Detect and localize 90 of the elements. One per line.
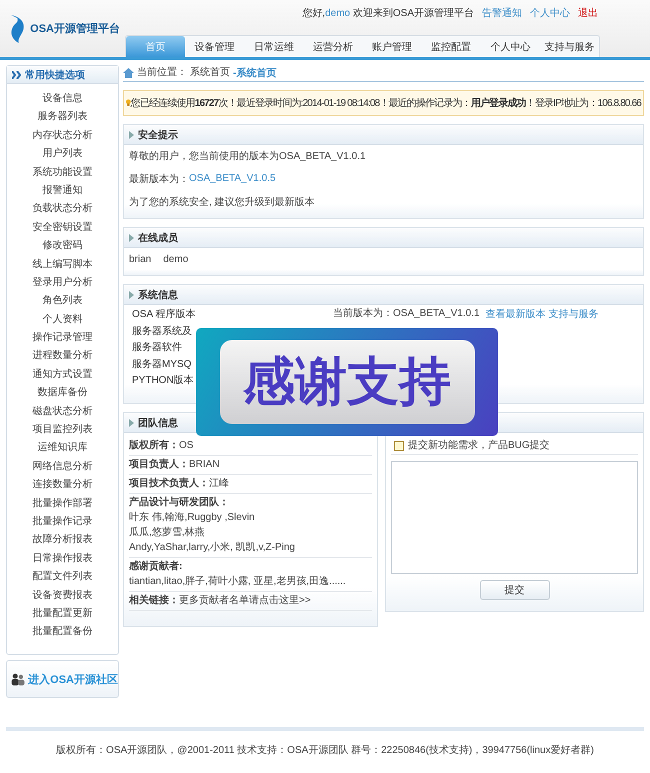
submit-button[interactable]: 提交 [480, 580, 550, 600]
sidebar-item[interactable]: 批量配置备份 [7, 623, 118, 642]
arrow-icon [129, 130, 134, 138]
logout-link[interactable]: 退出 [578, 6, 598, 21]
nav-tab[interactable]: 运营分析 [303, 36, 362, 57]
sidebar-item[interactable]: 项目监控列表 [7, 421, 118, 440]
latest-version-link[interactable]: OSA_BETA_V1.0.5 [189, 173, 276, 187]
sidebar-item[interactable]: 用户列表 [7, 145, 118, 164]
breadcrumb-item: 系统首页 [190, 66, 230, 80]
sidebar-item[interactable]: 修改密码 [7, 237, 118, 256]
double-chevron-icon [12, 70, 21, 78]
panel-title: 团队信息 [138, 416, 178, 430]
team-label: 相关链接： [129, 594, 179, 608]
nav-tab[interactable]: 日常运维 [244, 36, 304, 57]
sidebar-item[interactable]: 日常操作报表 [7, 550, 118, 568]
nav-tab[interactable]: 支持与服务 [540, 36, 599, 57]
team-names: 瓜瓜,悠萝雪,林燕 [129, 526, 206, 540]
sidebar-item[interactable]: 登录用户分析 [7, 274, 118, 292]
nav-tab[interactable]: 账户管理 [362, 36, 422, 57]
sidebar-item[interactable]: 角色列表 [7, 292, 118, 311]
info-link[interactable]: 查看最新版本 [486, 307, 546, 322]
lightbulb-icon [126, 97, 131, 109]
home-icon [123, 68, 134, 78]
sidebar-item[interactable]: 负载状态分析 [7, 200, 118, 219]
sidebar-item[interactable]: 服务器列表 [7, 108, 118, 127]
team-value: 更多贡献者名单请点击这里>> [179, 594, 311, 608]
info-link[interactable]: 支持与服务 [548, 307, 599, 322]
logo-text: OSA开源管理平台 [30, 22, 120, 36]
sidebar-item[interactable]: 操作记录管理 [7, 329, 118, 348]
arrow-icon [129, 290, 134, 298]
sidebar-item[interactable]: 通知方式设置 [7, 366, 118, 384]
sidebar-item[interactable]: 数据库备份 [7, 384, 118, 403]
team-label: 项目技术负责人： [129, 477, 209, 491]
sidebar-item[interactable]: 内存状态分析 [7, 126, 118, 146]
team-label: 感谢贡献者: [129, 560, 182, 574]
info-label: 服务器系统及 [131, 324, 193, 338]
info-label: PYTHON版本 [131, 374, 195, 388]
team-names: Andy,YaShar,larry,小米, 凯凯,v,Z-Ping [129, 541, 296, 555]
nav-tab[interactable]: 设备管理 [185, 36, 244, 57]
info-label: 服务器MYSQ [131, 358, 192, 371]
nav-tab[interactable]: 个人中心 [480, 36, 540, 57]
panel-title: 系统信息 [138, 288, 178, 302]
sidebar-item[interactable]: 运维知识库 [7, 439, 118, 458]
feedback-field[interactable] [391, 461, 638, 574]
sidebar-title: 常用快捷选项 [25, 68, 85, 82]
team-label: 项目负责人： [129, 458, 189, 472]
breadcrumb-label: 当前位置： [137, 66, 187, 80]
sidebar-item[interactable]: 批量操作记录 [7, 512, 118, 532]
sidebar-item[interactable]: 线上编写脚本 [7, 256, 118, 274]
greeting-text: 您好,demo 欢迎来到OSA开源管理平台 [302, 6, 474, 21]
panel-title: 在线成员 [138, 232, 178, 244]
nav-tab[interactable]: 监控配置 [422, 36, 481, 57]
info-value: 当前版本为：OSA_BETA_V1.0.1 [333, 307, 480, 322]
panel-title: 安全提示 [138, 128, 178, 142]
team-value: OS [179, 439, 194, 453]
sidebar-item[interactable]: 批量配置更新 [7, 604, 118, 624]
upgrade-advice: 为了您的系统安全, 建议您升级到最新版本 [129, 196, 316, 210]
sidebar-item[interactable]: 配置文件列表 [7, 568, 118, 587]
breadcrumb-link[interactable]: -系统首页 [233, 66, 276, 80]
sidebar-item[interactable]: 个人资料 [7, 310, 118, 330]
team-label: 版权所有： [129, 439, 179, 453]
arrow-icon [129, 234, 134, 242]
team-value: BRIAN [189, 458, 220, 472]
sidebar-item[interactable]: 设备资费报表 [7, 586, 118, 605]
version-text: 尊敬的用户，您当前使用的版本为OSA_BETA_V1.0.1 [129, 150, 367, 164]
sidebar-item[interactable]: 系统功能设置 [7, 164, 118, 182]
info-label: OSA 程序版本 [131, 308, 196, 322]
sidebar-item[interactable]: 连接数量分析 [7, 476, 118, 495]
sidebar-item[interactable]: 设备信息 [7, 90, 118, 108]
header-link[interactable]: 个人中心 [530, 6, 570, 21]
thanks-text: 感谢支持 [220, 340, 474, 424]
team-label: 产品设计与研发团队： [129, 496, 229, 510]
sidebar-item[interactable]: 报警通知 [7, 182, 118, 200]
sidebar-item[interactable]: 进程数量分析 [7, 347, 118, 366]
member-name: brian [129, 253, 152, 267]
sidebar-item[interactable]: 网络信息分析 [7, 458, 118, 476]
sidebar-item[interactable]: 安全密钥设置 [7, 218, 118, 238]
footer-text: 版权所有：OSA开源团队，@2001-2011 技术支持：OSA开源团队 群号：22250846(技术支持)，39947756(linux爱好者群) [56, 745, 594, 756]
arrow-icon [129, 418, 134, 426]
team-names: tiantian,litao,胖子,荷叶小露, 亚星,老男孩,田逸...... [129, 575, 347, 589]
sidebar-item[interactable]: 批量操作部署 [7, 494, 118, 513]
info-label: 服务器软件 [131, 341, 183, 354]
feedback-hint: 提交新功能需求，产品BUG提交 [408, 439, 550, 453]
latest-version-label: 最新版本为： [129, 173, 189, 187]
sidebar-item[interactable]: 磁盘状态分析 [7, 402, 118, 422]
team-names: 叶东 伟,翰海,Ruggby ,Slevin [129, 511, 256, 525]
member-name: demo [163, 253, 188, 267]
team-value: 江峰 [209, 477, 229, 491]
sidebar-item[interactable]: 故障分析报表 [7, 531, 118, 550]
login-notice: 您已经连续使用16727次！最近登录时间为:2014-01-19 08:14:08！最近的操作记录为：用户登录成功！登录IP地址为：106.8.80.66 [130, 96, 641, 110]
